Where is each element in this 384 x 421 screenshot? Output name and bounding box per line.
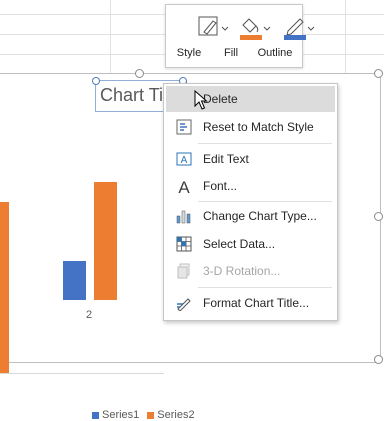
bar-series2-cat1[interactable] [0, 202, 9, 373]
format-icon [177, 298, 191, 311]
rotation-icon [177, 263, 190, 279]
menu-item-reset-style[interactable]: Reset to Match Style [166, 114, 335, 140]
resize-handle-top-center[interactable] [135, 69, 144, 78]
chart-type-icon [176, 210, 191, 224]
legend-swatch-series2 [147, 411, 155, 419]
legend-label-series1: Series1 [102, 409, 140, 421]
resize-handle-middle-right[interactable] [374, 212, 383, 221]
context-menu: Delete Reset to Match Style A Edit Text … [163, 83, 338, 321]
menu-item-select-data[interactable]: Select Data... [166, 231, 335, 257]
title-handle-top-left[interactable] [92, 77, 100, 85]
menu-separator [198, 143, 332, 144]
resize-handle-bottom-right[interactable] [374, 355, 383, 364]
resize-handle-top-right[interactable] [374, 69, 383, 78]
menu-item-font[interactable]: A Font... [166, 173, 335, 199]
edit-text-icon: A [176, 152, 192, 166]
menu-separator [198, 287, 332, 288]
menu-item-edit-text[interactable]: A Edit Text [166, 146, 335, 172]
menu-separator [198, 201, 332, 202]
legend[interactable]: Series1 Series2 [92, 409, 195, 421]
menu-item-change-chart-type[interactable]: Change Chart Type... [166, 203, 335, 229]
outline-button[interactable]: Outline [254, 11, 315, 63]
select-data-icon [176, 236, 192, 252]
menu-item-format-chart-title[interactable]: Format Chart Title... [166, 290, 335, 316]
menu-item-3d-rotation[interactable]: 3-D Rotation... [166, 258, 335, 284]
style-button[interactable]: Style [168, 11, 229, 63]
bar-series2-cat2[interactable] [94, 182, 117, 300]
mouse-pointer-icon [194, 90, 208, 110]
legend-swatch-series1 [92, 411, 99, 419]
fill-button[interactable]: Fill [210, 11, 271, 63]
pen-outline-icon [284, 18, 315, 40]
svg-text:A: A [178, 178, 190, 194]
bar-series1-cat2[interactable] [63, 261, 86, 300]
category-axis [0, 373, 164, 374]
mini-toolbar: Style Fill Outline [165, 4, 315, 68]
x-tick-label: 2 [86, 309, 93, 321]
svg-text:A: A [181, 155, 188, 166]
legend-label-series2: Series2 [157, 409, 195, 421]
font-icon: A [178, 178, 190, 194]
menu-item-delete[interactable]: Delete [166, 86, 335, 112]
reset-style-icon [176, 119, 192, 135]
